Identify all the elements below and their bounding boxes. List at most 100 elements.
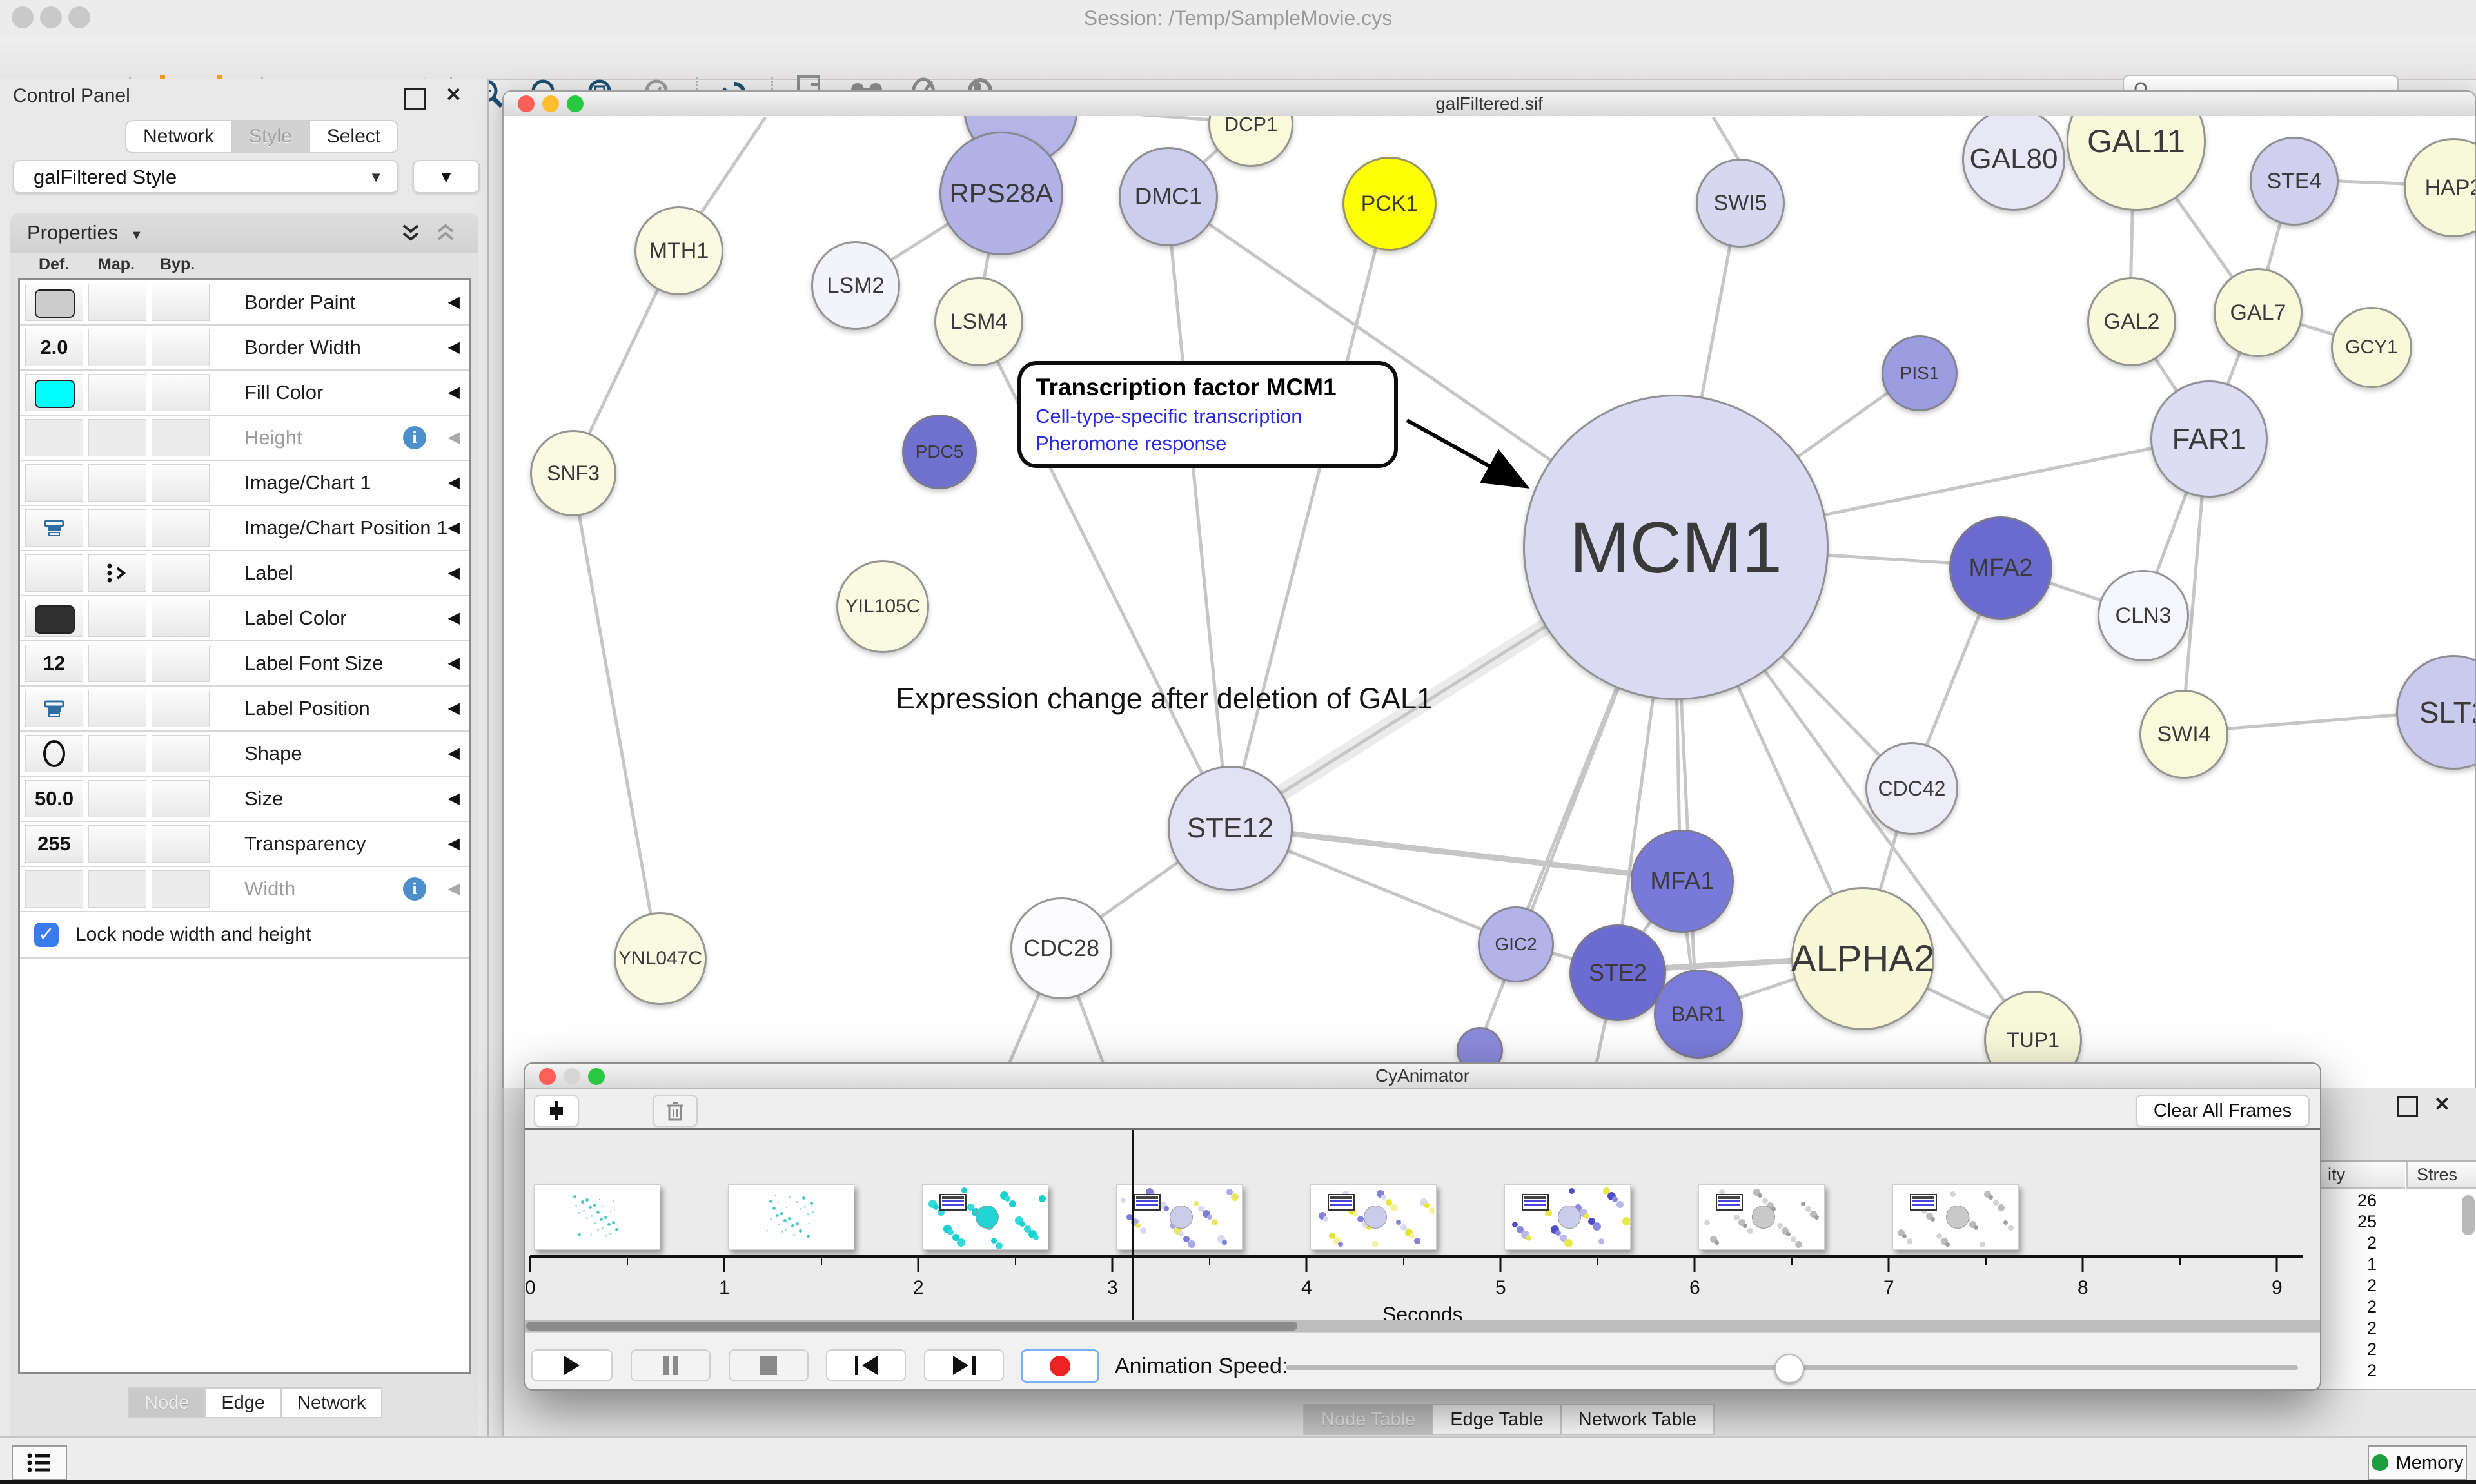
tab-style[interactable]: Style: [231, 120, 310, 153]
record-button[interactable]: [1021, 1349, 1099, 1383]
expand-arrow-icon[interactable]: ◀: [448, 867, 460, 911]
expand-arrow-icon[interactable]: ◀: [448, 326, 460, 369]
expand-arrow-icon[interactable]: ◀: [448, 687, 460, 730]
default-cell[interactable]: [25, 464, 83, 502]
clear-all-frames-button[interactable]: Clear All Frames: [2136, 1095, 2310, 1127]
mapping-cell[interactable]: [88, 329, 146, 366]
lock-size-row[interactable]: ✓Lock node width and height: [20, 912, 469, 959]
mapping-cell[interactable]: [88, 690, 146, 727]
mapping-cell[interactable]: [88, 374, 146, 411]
expand-arrow-icon[interactable]: ◀: [448, 596, 460, 640]
cyanimator-titlebar[interactable]: CyAnimator: [525, 1064, 2320, 1089]
annotation-link-2[interactable]: Pheromone response: [1036, 432, 1380, 455]
pause-button[interactable]: [631, 1349, 711, 1381]
expand-arrow-icon[interactable]: ◀: [448, 732, 460, 776]
mapping-cell[interactable]: [88, 825, 146, 863]
bypass-cell[interactable]: [152, 464, 210, 502]
property-row-image-chart-1[interactable]: Image/Chart 1◀: [20, 461, 469, 506]
mapping-cell[interactable]: [88, 645, 146, 682]
bypass-cell[interactable]: [152, 554, 210, 592]
lock-size-checkbox[interactable]: ✓: [34, 923, 59, 947]
add-frame-button[interactable]: [534, 1095, 579, 1127]
default-cell[interactable]: [25, 509, 83, 547]
table-col-stress[interactable]: Stres: [2406, 1162, 2476, 1189]
tab-network[interactable]: Network: [280, 1387, 382, 1418]
property-row-image-chart-position-1[interactable]: Image/Chart Position 1◀: [20, 506, 469, 551]
bypass-cell[interactable]: [152, 284, 210, 321]
info-icon[interactable]: i: [403, 877, 426, 901]
tab-node[interactable]: Node: [128, 1387, 206, 1418]
annotation-link-1[interactable]: Cell-type-specific transcription: [1036, 405, 1380, 428]
scrollbar-thumb[interactable]: [526, 1322, 1297, 1331]
property-row-width[interactable]: Widthi◀: [20, 867, 469, 912]
annotation-box[interactable]: Transcription factor MCM1 Cell-type-spec…: [1017, 361, 1398, 468]
mapping-cell[interactable]: [88, 600, 146, 637]
default-cell[interactable]: [25, 735, 83, 772]
expand-arrow-icon[interactable]: ◀: [448, 506, 460, 550]
properties-header[interactable]: Properties ▼: [10, 213, 478, 253]
play-button[interactable]: [531, 1349, 613, 1381]
go-to-start-button[interactable]: [826, 1349, 906, 1381]
property-row-shape[interactable]: Shape◀: [20, 732, 469, 777]
stop-button[interactable]: [729, 1349, 809, 1381]
expand-arrow-icon[interactable]: ◀: [448, 641, 460, 685]
property-row-label[interactable]: Label◀: [20, 551, 469, 596]
default-cell[interactable]: 255: [25, 825, 83, 863]
default-cell[interactable]: [25, 284, 83, 321]
expand-arrow-icon[interactable]: ◀: [448, 371, 460, 415]
tab-select[interactable]: Select: [309, 120, 398, 153]
bypass-cell[interactable]: [152, 419, 210, 456]
tab-node-table[interactable]: Node Table: [1303, 1404, 1433, 1435]
expand-arrow-icon[interactable]: ◀: [448, 822, 460, 866]
speed-slider-handle[interactable]: [1774, 1354, 1804, 1383]
float-panel-icon[interactable]: [2397, 1096, 2418, 1117]
mapping-cell[interactable]: [88, 870, 146, 908]
mapping-cell[interactable]: [88, 735, 146, 772]
default-cell[interactable]: [25, 419, 83, 456]
bypass-cell[interactable]: [152, 645, 210, 682]
mapping-cell[interactable]: [88, 780, 146, 817]
table-scrollbar[interactable]: [2462, 1195, 2475, 1235]
expand-all-icon[interactable]: [400, 223, 422, 244]
default-cell[interactable]: [25, 374, 83, 411]
playhead[interactable]: [1132, 1130, 1134, 1322]
style-options-button[interactable]: ▼: [413, 160, 480, 193]
property-row-border-paint[interactable]: Border Paint◀: [20, 280, 469, 326]
float-panel-icon[interactable]: [404, 88, 426, 110]
property-row-height[interactable]: Heighti◀: [20, 416, 469, 461]
expand-arrow-icon[interactable]: ◀: [448, 461, 460, 505]
cyanimator-timeline[interactable]: 0123456789 Seconds: [525, 1128, 2320, 1322]
default-cell[interactable]: [25, 554, 83, 592]
collapse-all-icon[interactable]: [435, 223, 457, 244]
property-row-size[interactable]: 50.0Size◀: [20, 777, 469, 822]
default-cell[interactable]: 2.0: [25, 329, 83, 366]
show-log-button[interactable]: [12, 1445, 67, 1480]
tab-edge[interactable]: Edge: [204, 1387, 282, 1418]
bypass-cell[interactable]: [152, 509, 210, 547]
bypass-cell[interactable]: [152, 600, 210, 637]
bypass-cell[interactable]: [152, 735, 210, 772]
property-row-label-font-size[interactable]: 12Label Font Size◀: [20, 641, 469, 687]
tab-edge-table[interactable]: Edge Table: [1432, 1404, 1562, 1435]
close-panel-icon[interactable]: ✕: [446, 84, 462, 106]
property-row-label-color[interactable]: Label Color◀: [20, 596, 469, 641]
bypass-cell[interactable]: [152, 780, 210, 817]
bypass-cell[interactable]: [152, 690, 210, 727]
expand-arrow-icon[interactable]: ◀: [448, 416, 460, 460]
default-cell[interactable]: [25, 690, 83, 727]
default-cell[interactable]: [25, 600, 83, 637]
memory-button[interactable]: Memory: [2368, 1445, 2467, 1480]
mapping-cell[interactable]: [88, 509, 146, 547]
property-row-fill-color[interactable]: Fill Color◀: [20, 371, 469, 416]
go-to-end-button[interactable]: [924, 1349, 1004, 1381]
expand-arrow-icon[interactable]: ◀: [448, 280, 460, 324]
property-row-label-position[interactable]: Label Position◀: [20, 687, 469, 732]
info-icon[interactable]: i: [403, 426, 426, 449]
timeline-scrollbar[interactable]: [525, 1320, 2320, 1332]
default-cell[interactable]: 12: [25, 645, 83, 682]
default-cell[interactable]: 50.0: [25, 780, 83, 817]
mapping-cell[interactable]: [88, 419, 146, 456]
mapping-cell[interactable]: [88, 284, 146, 321]
expand-arrow-icon[interactable]: ◀: [448, 777, 460, 821]
network-window-titlebar[interactable]: galFiltered.sif: [504, 92, 2475, 117]
